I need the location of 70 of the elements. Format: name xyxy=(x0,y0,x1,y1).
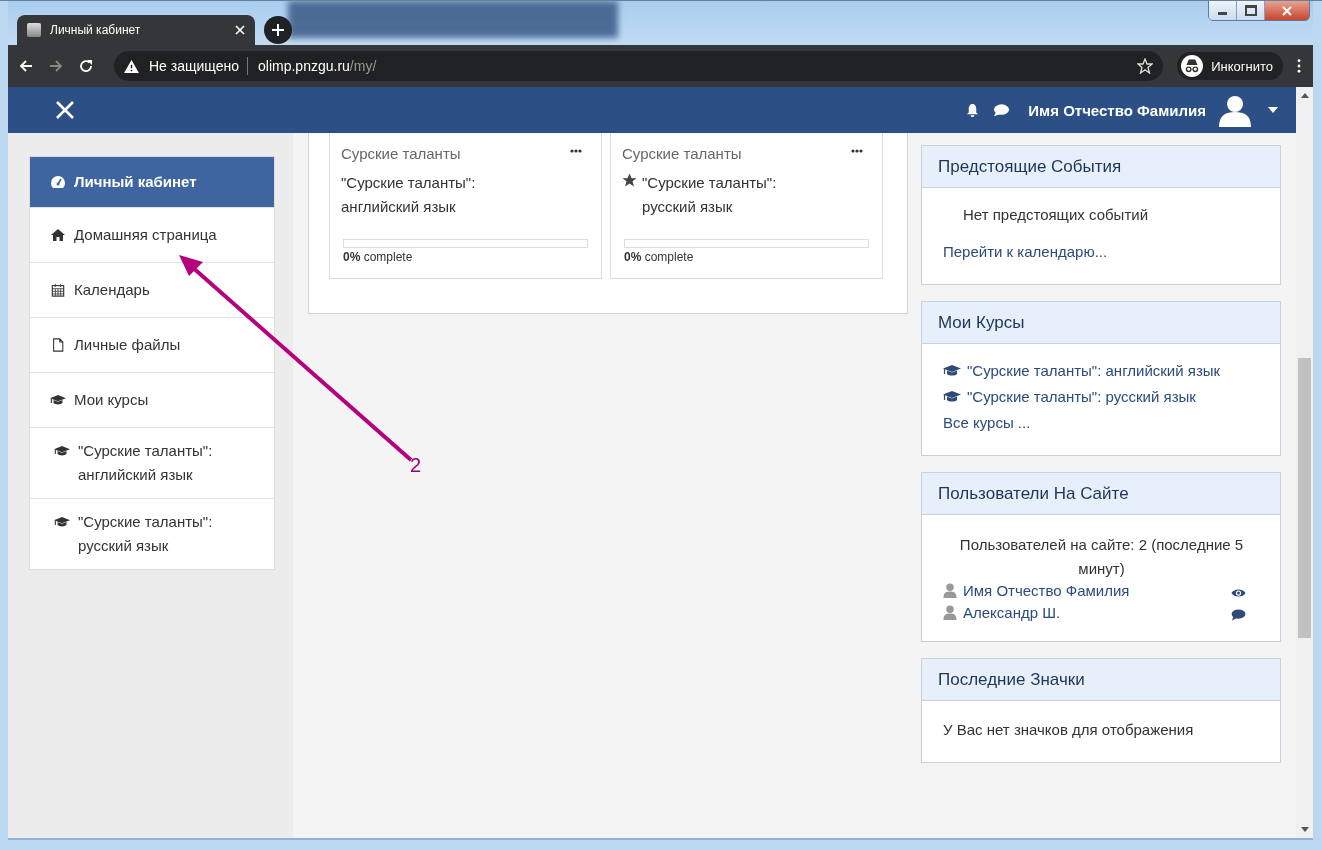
online-users-summary: Пользователей на сайте: 2 (последние 5 минут) xyxy=(958,535,1245,579)
graduation-cap-icon xyxy=(54,444,70,458)
sidebar-item[interactable]: "Сурские таланты": английский язык xyxy=(30,427,274,498)
message-icon[interactable] xyxy=(1231,609,1246,621)
scroll-down-icon[interactable] xyxy=(1300,827,1309,832)
course-link[interactable]: "Сурские таланты": английский язык xyxy=(967,362,1221,379)
course-link[interactable]: "Сурские таланты": русский язык xyxy=(967,388,1196,405)
block-title: Последние Значки xyxy=(938,669,1085,690)
minimize-button[interactable] xyxy=(1209,1,1237,20)
user-link[interactable]: Александр Ш. xyxy=(963,603,1225,621)
course-title-link[interactable]: "Сурские таланты": английский язык xyxy=(341,171,516,219)
all-courses-link[interactable]: Все курсы ... xyxy=(943,414,1260,431)
graduation-cap-icon xyxy=(54,515,70,529)
dashboard-gauge-icon xyxy=(50,175,66,189)
site-favicon-icon xyxy=(27,23,41,37)
no-badges-text: У Вас нет значков для отображения xyxy=(943,721,1195,738)
no-events-text: Нет предстоящих событий xyxy=(962,206,1149,223)
more-options-icon[interactable] xyxy=(570,149,582,153)
user-icon xyxy=(943,604,957,620)
graduation-cap-icon xyxy=(943,364,961,377)
browser-menu-icon[interactable] xyxy=(1297,59,1301,73)
url-path: /my/ xyxy=(349,58,377,74)
sidebar-item[interactable]: Личный кабинет xyxy=(30,157,274,207)
warning-icon xyxy=(124,59,139,73)
browser-tab[interactable]: Личный кабинет xyxy=(17,15,255,45)
messages-icon[interactable] xyxy=(993,102,1011,118)
graduation-cap-icon xyxy=(50,393,66,407)
sidebar-item[interactable]: "Сурские таланты": русский язык xyxy=(30,498,274,569)
user-link[interactable]: Имя Отчество Фамилия xyxy=(963,581,1225,599)
block-title: Пользователи На Сайте xyxy=(938,483,1129,504)
course-category: Сурские таланты xyxy=(341,145,461,162)
progress-text: 0% complete xyxy=(343,250,414,264)
annotation-label: 2 xyxy=(410,454,422,477)
bookmark-star-icon[interactable] xyxy=(1137,58,1154,74)
close-drawer-icon[interactable] xyxy=(55,100,75,120)
user-avatar-icon[interactable] xyxy=(1218,93,1252,127)
progress-text: 0% complete xyxy=(624,250,695,264)
incognito-badge[interactable]: Инкогнито xyxy=(1177,52,1283,80)
course-category: Сурские таланты xyxy=(622,145,742,162)
user-name[interactable]: Имя Отчество Фамилия xyxy=(1028,101,1206,119)
graduation-cap-icon xyxy=(943,390,961,403)
window-close-button[interactable] xyxy=(1265,1,1309,20)
scrollbar-thumb[interactable] xyxy=(1298,358,1311,638)
block-title: Мои Курсы xyxy=(938,312,1025,333)
incognito-icon xyxy=(1181,55,1204,77)
tab-title: Личный кабинет xyxy=(50,23,142,37)
block-title: Предстоящие События xyxy=(938,156,1122,177)
scroll-up-icon[interactable] xyxy=(1300,93,1309,98)
maximize-button[interactable] xyxy=(1237,1,1265,20)
more-options-icon[interactable] xyxy=(851,149,863,153)
sidebar-item[interactable]: Мои курсы xyxy=(30,372,274,427)
calendar-link[interactable]: Перейти к календарю... xyxy=(943,243,1260,260)
forward-arrow-icon[interactable] xyxy=(48,58,64,74)
close-icon xyxy=(1282,5,1292,16)
url-host: olimp.pnzgu.ru xyxy=(258,58,350,74)
scrollbar[interactable] xyxy=(1296,87,1313,838)
caret-icon[interactable] xyxy=(1268,107,1278,113)
new-tab-button[interactable] xyxy=(264,16,292,44)
address-field[interactable]: Не защищено olimp.pnzgu.ru/my/ xyxy=(114,51,1164,81)
home-icon xyxy=(50,228,66,242)
user-icon xyxy=(943,582,957,598)
reload-icon[interactable] xyxy=(78,58,94,74)
close-icon[interactable] xyxy=(235,25,245,35)
course-title-link[interactable]: "Сурские таланты": русский язык xyxy=(642,171,817,219)
sidebar-item[interactable]: Личные файлы xyxy=(30,317,274,372)
security-label: Не защищено xyxy=(149,58,239,74)
back-arrow-icon[interactable] xyxy=(18,58,34,74)
calendar-icon xyxy=(50,283,66,297)
file-icon xyxy=(50,338,66,352)
eye-icon[interactable] xyxy=(1231,587,1246,599)
